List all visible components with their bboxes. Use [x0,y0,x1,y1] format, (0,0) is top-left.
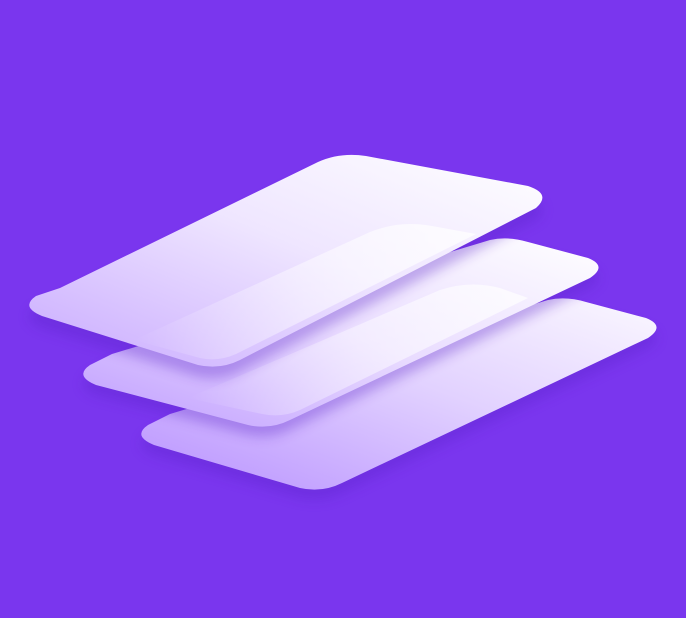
stacked-layers-icon [29,154,657,500]
app-canvas [0,0,686,618]
